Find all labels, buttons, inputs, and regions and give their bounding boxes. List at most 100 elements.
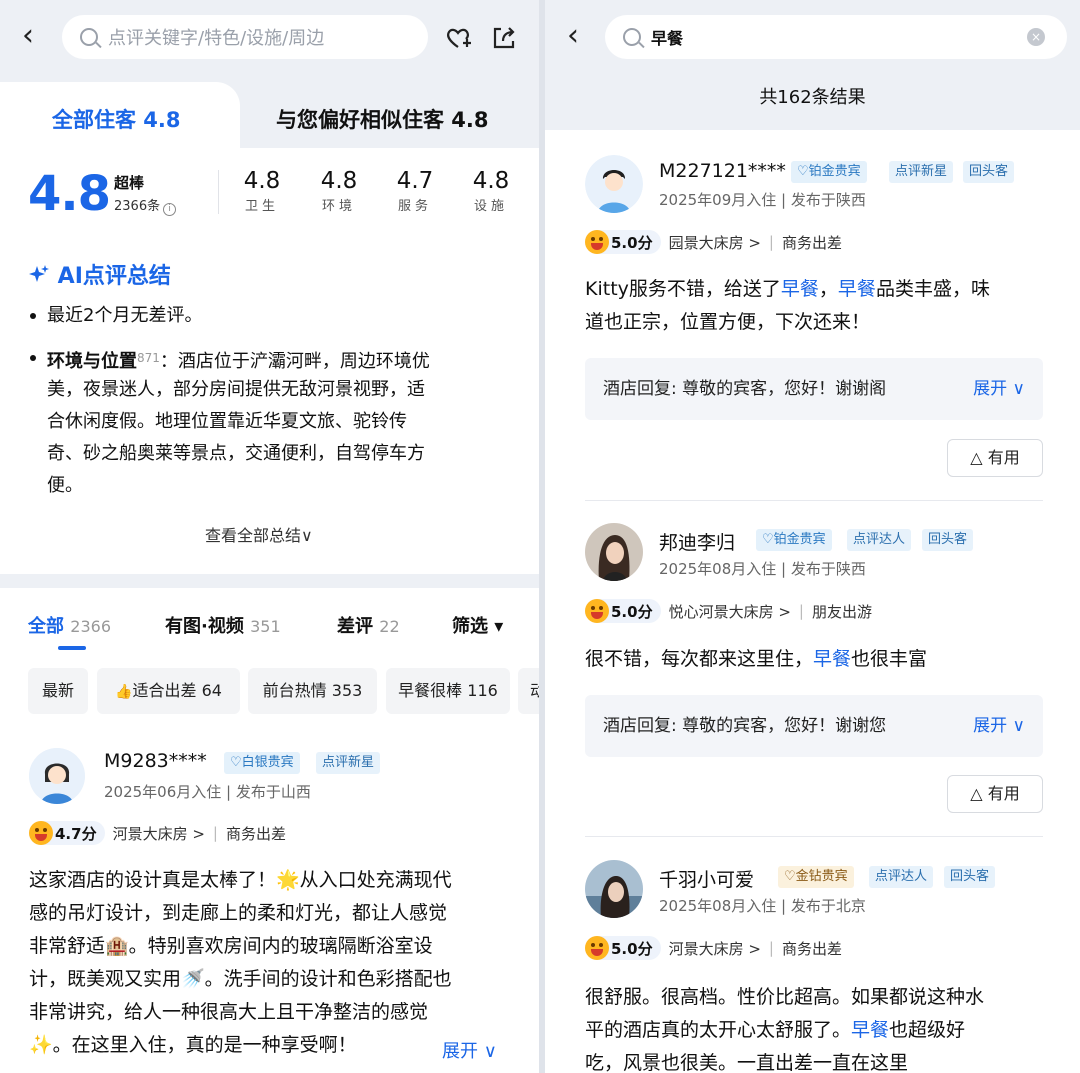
- rating-value: 4.7分: [55, 824, 97, 843]
- sub-score-label: 服务: [397, 199, 432, 214]
- summary-line: 便。: [30, 470, 510, 502]
- review-rating-row: 5.0分 河景大床房 > | 商务出差: [585, 936, 842, 960]
- review-line: 感的吊灯设计，到走廊上的柔和灯光，都让人感觉: [29, 902, 448, 924]
- tab-negative[interactable]: 差评 22: [337, 612, 400, 638]
- tab-label: 有图·视频: [165, 616, 244, 637]
- review-text: 这家酒店的设计真是太棒了！🌟从入口处充满现代 感的吊灯设计，到走廊上的柔和灯光，…: [29, 864, 519, 1062]
- tab-similar-guests[interactable]: 与您偏好相似住客 4.8: [276, 104, 489, 134]
- diamond-icon: ♡: [762, 532, 774, 547]
- search-icon: [80, 28, 98, 46]
- score-level: 超棒: [114, 174, 145, 192]
- tab-all-reviews[interactable]: 全部 2366: [28, 612, 111, 638]
- expand-review-button[interactable]: 展开 ∨: [442, 1037, 497, 1063]
- reviewer-name[interactable]: 邦迪李归: [659, 528, 735, 555]
- back-button[interactable]: ‹: [22, 21, 46, 52]
- clear-search-icon[interactable]: ×: [1027, 28, 1045, 46]
- useful-button[interactable]: △ 有用: [947, 775, 1043, 813]
- sub-score-value: 4.8: [243, 168, 281, 194]
- see-all-summary-link[interactable]: 查看全部总结∨: [205, 522, 313, 546]
- happy-face-icon: [29, 821, 53, 845]
- vip-badge-label: 金钻贵宾: [795, 869, 848, 884]
- tab-photo-video[interactable]: 有图·视频 351: [165, 612, 281, 638]
- info-icon[interactable]: i: [163, 203, 177, 216]
- summary-line: 奇、砂之船奥莱等景点，交通便利，自驾停车方: [30, 438, 510, 470]
- hotel-reply[interactable]: 酒店回复: 尊敬的宾客，您好！谢谢您 展开 ∨: [585, 695, 1043, 757]
- summary-bullet-text: 最近2个月无差评。: [47, 305, 203, 326]
- review-rating-row: 5.0分 悦心河景大床房 > | 朋友出游: [585, 599, 872, 623]
- avatar[interactable]: [585, 155, 643, 213]
- tab-all-guests-label: 全部住客 4.8: [52, 108, 181, 132]
- reviewer-tag: 回头客: [922, 529, 974, 551]
- divider: [585, 836, 1043, 837]
- reviewer-name[interactable]: M227121****: [659, 160, 786, 182]
- expand-reply-button[interactable]: 展开 ∨: [973, 358, 1025, 420]
- vip-badge: ♡白银贵宾: [224, 752, 300, 774]
- user-photo: [585, 860, 643, 918]
- reviewer-tag: 点评达人: [847, 529, 912, 551]
- tab-label: 全部: [28, 616, 64, 637]
- reviewer-name[interactable]: M9283****: [104, 750, 207, 772]
- filter-button[interactable]: 筛选 ▾: [452, 612, 503, 638]
- ai-summary-title-text: AI点评总结: [57, 264, 171, 289]
- result-count: 共162条结果: [545, 76, 1080, 130]
- review-meta: 2025年08月入住 | 发布于陕西: [659, 560, 866, 578]
- hotel-reply-text: 酒店回复: 尊敬的宾客，您好！谢谢您: [603, 716, 887, 736]
- room-type-link[interactable]: 河景大床房 >: [113, 823, 205, 844]
- sparkle-icon: [29, 265, 49, 282]
- expand-reply-button[interactable]: 展开 ∨: [973, 695, 1025, 757]
- rating-value: 5.0分: [611, 233, 653, 252]
- chip-business-trip[interactable]: 👍适合出差 64: [97, 668, 240, 714]
- tab-count: 2366: [70, 617, 111, 636]
- search-placeholder: 点评关键字/特色/设施/周边: [108, 28, 325, 49]
- keyword-highlight: 早餐: [813, 648, 852, 670]
- tab-label: 差评: [337, 616, 373, 637]
- chip-partial[interactable]: 动: [518, 668, 539, 714]
- chip-friendly-front-desk[interactable]: 前台热情 353: [248, 668, 377, 714]
- vip-badge-label: 铂金贵宾: [773, 532, 826, 547]
- review-line: 非常舒适🏨。特别喜欢房间内的玻璃隔断浴室设: [29, 935, 433, 957]
- review-text: 很不错，每次都来这里住，早餐也很丰富: [585, 643, 1055, 676]
- review-line: 平的酒店真的太开心太舒服了。早餐也超级好: [585, 1014, 1065, 1047]
- avatar[interactable]: [29, 748, 85, 804]
- useful-button[interactable]: △ 有用: [947, 439, 1043, 477]
- text-fragment: Kitty服务不错，给送了: [585, 278, 781, 300]
- share-icon[interactable]: [490, 24, 518, 52]
- text-fragment: 品类丰盛，味: [875, 278, 990, 300]
- diamond-icon: ♡: [230, 755, 242, 770]
- happy-face-icon: [585, 599, 609, 623]
- review-search-box[interactable]: 点评关键字/特色/设施/周边: [62, 15, 428, 59]
- chip-great-breakfast[interactable]: 早餐很棒 116: [386, 668, 510, 714]
- summary-bullet-text: 环境与位置871：酒店位于浐灞河畔，周边环境优: [47, 342, 510, 378]
- diamond-icon: ♡: [797, 164, 809, 179]
- review-text: 很舒服。很高档。性价比超高。如果都说这种水 平的酒店真的太开心太舒服了。早餐也超…: [585, 981, 1065, 1073]
- trip-type: 朋友出游: [811, 602, 872, 621]
- reviewer-tag: 回头客: [944, 866, 996, 888]
- room-type-link[interactable]: 悦心河景大床房 >: [669, 601, 791, 622]
- review-line: 道也正宗，位置方便，下次还来！: [585, 311, 871, 333]
- review-line: 很舒服。很高档。性价比超高。如果都说这种水: [585, 986, 985, 1008]
- tab-all-guests[interactable]: 全部住客 4.8: [0, 82, 240, 148]
- room-type-link[interactable]: 园景大床房 >: [669, 232, 761, 253]
- hotel-reply[interactable]: 酒店回复: 尊敬的宾客，您好！谢谢阁 展开 ∨: [585, 358, 1043, 420]
- room-type-link[interactable]: 河景大床房 >: [669, 938, 761, 959]
- text-fragment: 也很丰富: [851, 648, 928, 670]
- review-meta: 2025年09月入住 | 发布于陕西: [659, 191, 866, 209]
- avatar[interactable]: [585, 860, 643, 918]
- back-button[interactable]: ‹: [567, 21, 591, 52]
- score-divider: [218, 170, 219, 214]
- sub-score-label: 卫生: [244, 199, 279, 214]
- keyword-highlight: 早餐: [851, 1019, 890, 1041]
- avatar[interactable]: [585, 523, 643, 581]
- review-search-box[interactable]: 早餐 ×: [605, 15, 1067, 59]
- favorite-add-icon[interactable]: [444, 24, 472, 52]
- review-line: 计，既美观又实用🚿。洗手间的设计和色彩搭配也: [29, 968, 452, 990]
- bullet-dot: [30, 355, 36, 361]
- text-fragment: 平的酒店真的太开心太舒服了。: [585, 1019, 852, 1041]
- vip-badge: ♡铂金贵宾: [791, 161, 867, 183]
- reviewer-name[interactable]: 千羽小可爱: [659, 865, 754, 892]
- reviewer-tag: 回头客: [963, 161, 1015, 183]
- summary-line: 美，夜景迷人，部分房间提供无敌河景视野，适: [30, 374, 510, 406]
- review-meta: 2025年08月入住 | 发布于北京: [659, 897, 866, 915]
- sub-score-label: 设施: [473, 199, 508, 214]
- chip-latest[interactable]: 最新: [28, 668, 88, 714]
